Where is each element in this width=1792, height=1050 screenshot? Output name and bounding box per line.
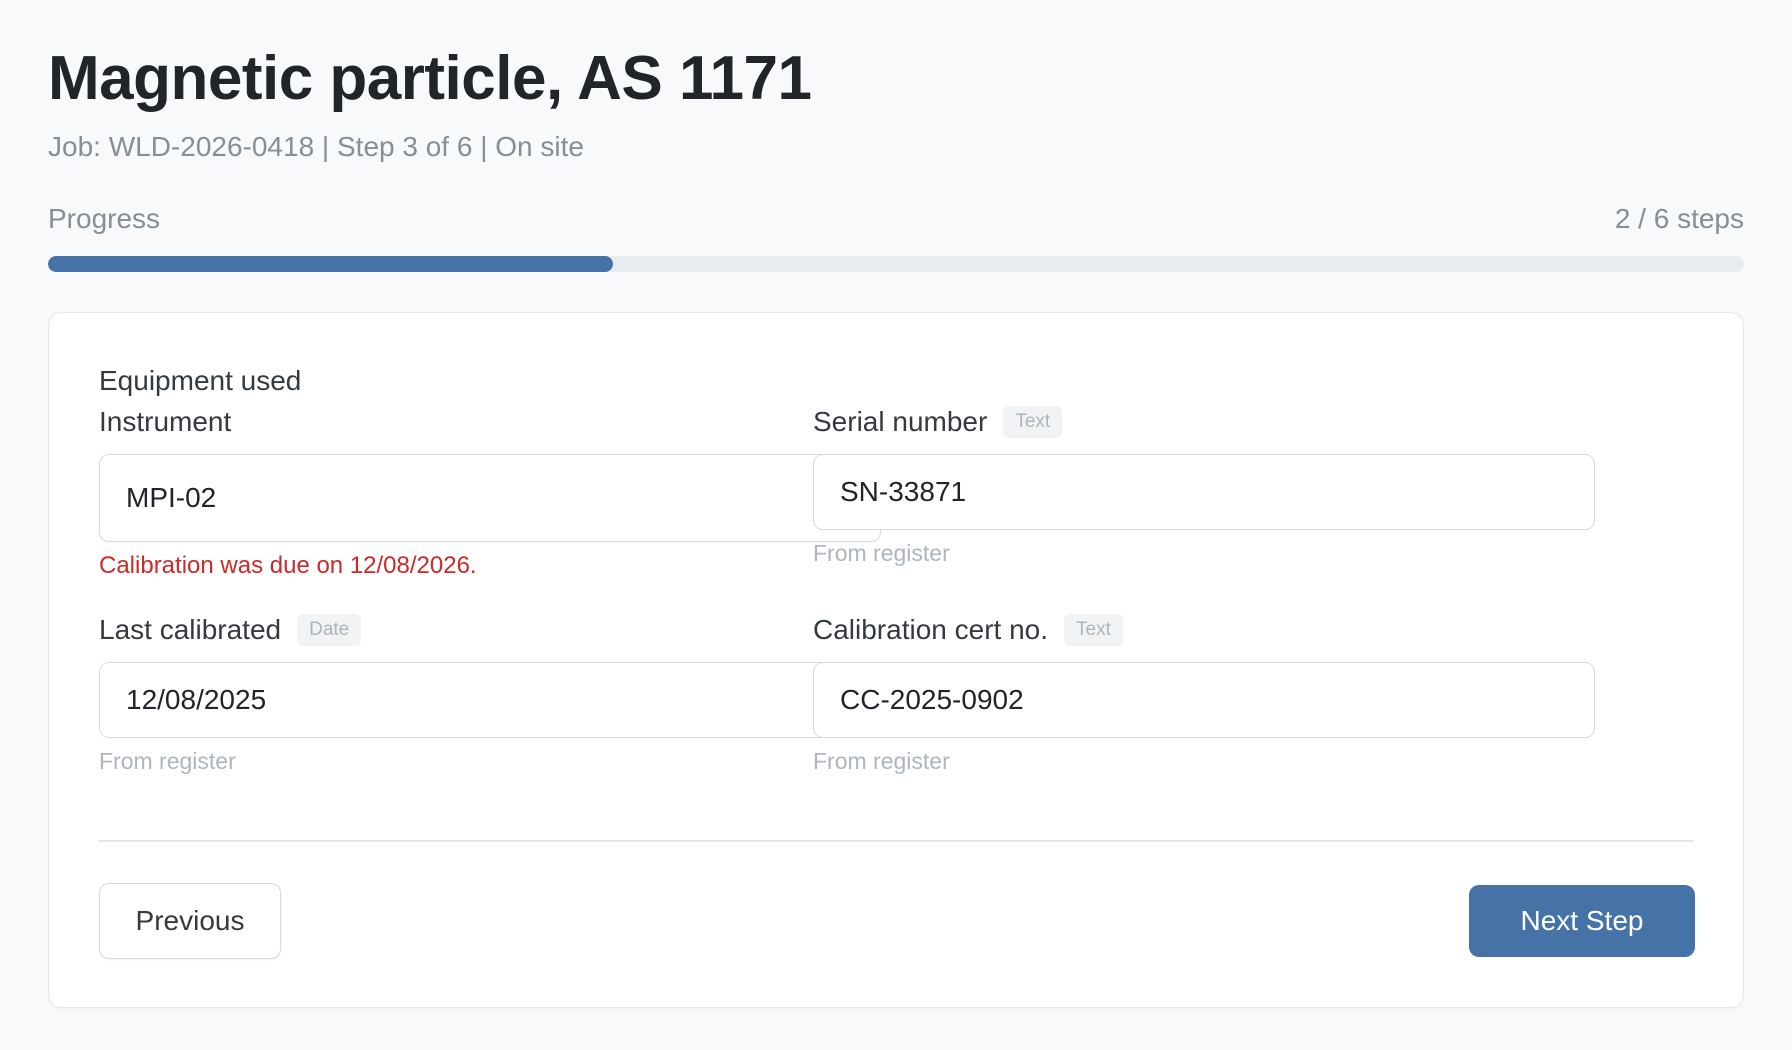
serial-number-helper: From register <box>813 540 950 566</box>
calibration-cert-label-row: Calibration cert no. Text <box>813 612 1595 648</box>
job-subtitle: Job: WLD-2026-0418 | Step 3 of 6 | On si… <box>48 131 584 162</box>
last-calibrated-value: 12/08/2025 <box>126 684 267 715</box>
calibration-cert-input[interactable]: CC-2025-0902 <box>813 662 1595 738</box>
instrument-select[interactable]: MPI-02 <box>99 454 881 542</box>
page-title: Magnetic particle, AS 1171 <box>48 44 812 113</box>
calibration-cert-type-badge: Text <box>1064 614 1123 646</box>
progress-label: Progress <box>48 203 161 234</box>
previous-button[interactable]: Previous <box>99 883 281 959</box>
calibration-cert-helper: From register <box>813 748 950 774</box>
last-calibrated-type-badge: Date <box>297 614 362 646</box>
instrument-label-row: Instrument <box>99 404 881 440</box>
equipment-card: Equipment used Instrument MPI-02 Calibra… <box>48 312 1744 1008</box>
serial-number-label: Serial number <box>813 406 988 437</box>
progress-bar-fill <box>48 256 614 272</box>
serial-number-value: SN-33871 <box>840 476 967 507</box>
last-calibrated-field: Last calibrated Date 12/08/2025 From reg… <box>99 612 881 775</box>
section-title: Equipment used <box>99 365 302 396</box>
serial-number-type-badge: Text <box>1003 406 1063 438</box>
progress-count: 2 / 6 steps <box>1614 203 1744 234</box>
calibration-cert-field: Calibration cert no. Text CC-2025-0902 F… <box>813 612 1595 775</box>
progress-bar <box>48 256 1744 272</box>
last-calibrated-helper: From register <box>99 748 236 774</box>
instrument-select-value: MPI-02 <box>126 482 217 513</box>
serial-number-input[interactable]: SN-33871 <box>813 454 1595 530</box>
calibration-cert-label: Calibration cert no. <box>813 614 1049 645</box>
serial-number-label-row: Serial number Text <box>813 404 1595 440</box>
instrument-error: Calibration was due on 12/08/2026. <box>99 552 477 579</box>
calibration-cert-value: CC-2025-0902 <box>840 684 1024 715</box>
last-calibrated-label: Last calibrated <box>99 614 282 645</box>
instrument-field: Instrument MPI-02 Calibration was due on… <box>99 404 881 580</box>
serial-number-field: Serial number Text SN-33871 From registe… <box>813 404 1595 567</box>
divider <box>99 840 1693 842</box>
page: Magnetic particle, AS 1171 Job: WLD-2026… <box>0 0 1792 1050</box>
last-calibrated-label-row: Last calibrated Date <box>99 612 881 648</box>
instrument-label: Instrument <box>99 406 232 437</box>
last-calibrated-input[interactable]: 12/08/2025 <box>99 662 881 738</box>
next-step-button[interactable]: Next Step <box>1469 885 1695 957</box>
